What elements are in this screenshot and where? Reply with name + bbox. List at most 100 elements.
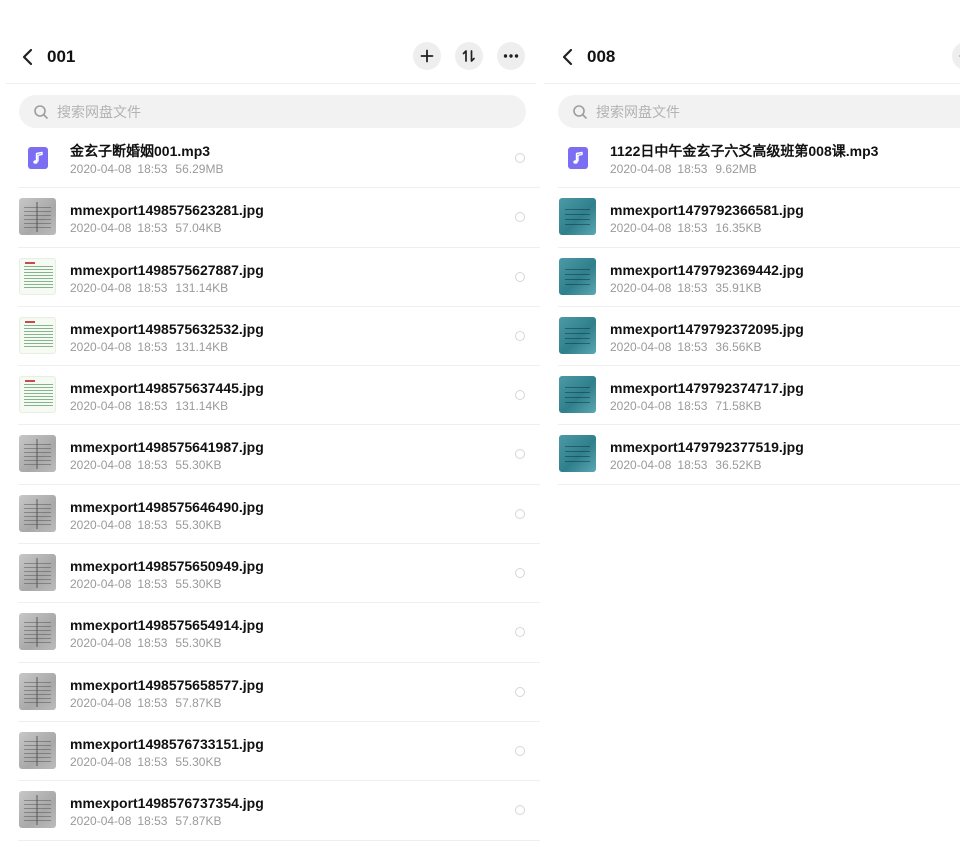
file-meta: 2020-04-08 18:53 131.14KB — [70, 281, 228, 295]
file-name: 金玄子断婚姻001.mp3 — [70, 143, 211, 159]
file-row[interactable]: mmexport1498575658577.jpg 2020-04-08 18:53… — [18, 663, 540, 722]
image-thumbnail — [19, 198, 56, 236]
file-row[interactable]: mmexport1498575627887.jpg 2020-04-08 18:53… — [18, 248, 540, 307]
file-time: 18:53 — [137, 636, 168, 651]
image-thumbnail — [559, 435, 596, 473]
file-row[interactable]: mmexport1498575623281.jpg 2020-04-08 18:53… — [18, 188, 540, 248]
select-checkbox[interactable] — [515, 212, 525, 223]
file-size: 56.29MB — [175, 162, 224, 176]
file-size: 35.91KB — [715, 280, 762, 295]
more-button[interactable] — [497, 42, 525, 70]
file-meta: 2020-04-08 18:53 55.30KB — [70, 636, 221, 650]
file-name: mmexport1498575623281.jpg — [70, 202, 264, 219]
file-row[interactable]: mmexport1479792372095.jpg 2020-04-08 18:53… — [558, 307, 960, 367]
folder-title: 001 — [47, 47, 76, 66]
file-time: 18:53 — [677, 458, 708, 473]
file-row[interactable]: mmexport1479792377519.jpg 2020-04-08 18:53… — [558, 425, 960, 485]
file-date: 2020-04-08 — [70, 577, 132, 592]
file-size: 55.30KB — [175, 636, 222, 651]
image-thumbnail — [19, 316, 56, 354]
back-arrow-icon[interactable] — [20, 47, 38, 67]
file-date: 2020-04-08 — [70, 399, 132, 414]
file-time: 18:53 — [137, 577, 168, 592]
file-date: 2020-04-08 — [610, 221, 672, 236]
file-row[interactable]: mmexport1498575650949.jpg 2020-04-08 18:53… — [18, 544, 540, 604]
file-name: mmexport1498576733151.jpg — [70, 735, 264, 752]
file-row[interactable]: 金玄子断婚姻001.mp3 2020-04-08 18:53 56.29MB — [18, 129, 540, 189]
sort-button[interactable] — [455, 42, 483, 70]
file-meta: 2020-04-08 18:53 35.91KB — [610, 281, 761, 295]
select-checkbox[interactable] — [515, 508, 525, 519]
file-name: mmexport1498576737354.jpg — [70, 795, 264, 812]
search-input[interactable] — [57, 95, 457, 128]
search-bar[interactable] — [19, 95, 526, 128]
file-row[interactable]: mmexport1498575641987.jpg 2020-04-08 18:53… — [18, 425, 540, 485]
file-meta: 2020-04-08 18:53 55.30KB — [70, 518, 221, 532]
audio-file-icon — [19, 139, 56, 176]
file-row[interactable]: mmexport1498575654914.jpg 2020-04-08 18:53… — [18, 603, 540, 663]
select-checkbox[interactable] — [515, 627, 525, 638]
left-file-panel: 001 金玄子断婚姻001.mp3 2020-04-08 18:53 56.29MB m… — [0, 0, 540, 847]
image-thumbnail — [19, 791, 56, 829]
file-row[interactable]: mmexport1498576733151.jpg 2020-04-08 18:53… — [18, 722, 540, 782]
file-meta: 2020-04-08 18:53 57.04KB — [70, 221, 221, 235]
select-checkbox[interactable] — [515, 686, 525, 697]
file-size: 57.87KB — [175, 814, 222, 829]
file-row[interactable]: mmexport1479792374717.jpg 2020-04-08 18:53… — [558, 366, 960, 426]
file-size: 57.87KB — [175, 695, 222, 710]
select-checkbox[interactable] — [515, 449, 525, 460]
file-name: mmexport1498575646490.jpg — [70, 498, 264, 515]
file-time: 18:53 — [137, 695, 168, 710]
file-meta: 2020-04-08 18:53 57.87KB — [70, 696, 221, 710]
file-row[interactable]: mmexport1498576737354.jpg 2020-04-08 18:53… — [18, 781, 540, 841]
select-checkbox[interactable] — [515, 568, 525, 579]
file-name: mmexport1498575632532.jpg — [70, 320, 264, 337]
file-time: 18:53 — [677, 221, 708, 236]
file-time: 18:53 — [137, 280, 168, 295]
file-name: mmexport1479792374717.jpg — [610, 380, 804, 397]
file-row[interactable]: mmexport1479792369442.jpg 2020-04-08 18:53… — [558, 248, 960, 307]
file-row[interactable]: 1122日中午金玄子六爻高级班第008课.mp3 2020-04-08 18:53 9… — [558, 129, 960, 189]
file-list: 金玄子断婚姻001.mp3 2020-04-08 18:53 56.29MB mmexp… — [0, 129, 540, 841]
file-size: 9.62MB — [715, 162, 757, 176]
select-checkbox[interactable] — [515, 271, 525, 282]
file-time: 18:53 — [677, 162, 708, 176]
select-checkbox[interactable] — [515, 745, 525, 756]
music-note-icon — [27, 146, 48, 169]
file-time: 18:53 — [137, 399, 168, 414]
select-checkbox[interactable] — [515, 805, 525, 816]
file-meta: 2020-04-08 18:53 55.30KB — [70, 458, 221, 472]
select-checkbox[interactable] — [515, 390, 525, 401]
file-meta: 2020-04-08 18:53 131.14KB — [70, 340, 228, 354]
file-size: 131.14KB — [175, 339, 229, 354]
add-button[interactable] — [413, 42, 441, 70]
select-checkbox[interactable] — [515, 153, 525, 163]
file-name: mmexport1479792369442.jpg — [610, 261, 804, 278]
file-time: 18:53 — [677, 280, 708, 295]
file-row[interactable]: mmexport1498575632532.jpg 2020-04-08 18:53… — [18, 307, 540, 367]
header: 008 — [540, 38, 960, 76]
file-name: mmexport1498575658577.jpg — [70, 676, 264, 693]
image-thumbnail — [19, 613, 56, 651]
add-button[interactable] — [952, 42, 960, 70]
select-checkbox[interactable] — [515, 330, 525, 341]
file-date: 2020-04-08 — [610, 399, 672, 414]
file-name: mmexport1479792366581.jpg — [610, 202, 804, 219]
search-bar[interactable] — [558, 95, 960, 128]
file-date: 2020-04-08 — [70, 221, 132, 236]
file-name: mmexport1498575641987.jpg — [70, 439, 264, 456]
file-row[interactable]: mmexport1498575637445.jpg 2020-04-08 18:53… — [18, 366, 540, 426]
back-arrow-icon[interactable] — [560, 47, 578, 67]
file-time: 18:53 — [137, 754, 168, 769]
file-date: 2020-04-08 — [70, 458, 132, 473]
file-row[interactable]: mmexport1498575646490.jpg 2020-04-08 18:53… — [18, 485, 540, 545]
file-size: 55.30KB — [175, 458, 222, 473]
file-row[interactable]: mmexport1479792366581.jpg 2020-04-08 18:53… — [558, 188, 960, 248]
file-meta: 2020-04-08 18:53 36.56KB — [610, 340, 761, 354]
file-meta: 2020-04-08 18:53 9.62MB — [610, 162, 757, 176]
search-input[interactable] — [596, 95, 960, 128]
file-name: mmexport1479792372095.jpg — [610, 320, 804, 337]
sort-icon — [462, 50, 475, 62]
file-size: 131.14KB — [175, 280, 229, 295]
search-icon — [573, 105, 587, 119]
